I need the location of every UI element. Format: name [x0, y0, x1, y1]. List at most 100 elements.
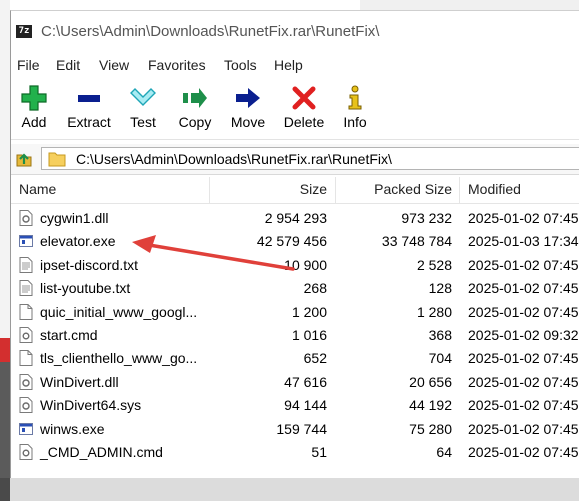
list-header: Name Size Packed Size Modified	[11, 177, 579, 204]
desktop-background-top	[360, 0, 579, 10]
file-packed-size: 20 656	[409, 373, 452, 390]
menu-bar: File Edit View Favorites Tools Help	[11, 54, 579, 78]
table-row[interactable]: _CMD_ADMIN.cmd 51 64 2025-01-02 07:45	[11, 441, 579, 464]
plus-icon	[21, 85, 47, 111]
table-row[interactable]: ipset-discord.txt 10 900 2 528 2025-01-02 0…	[11, 254, 579, 277]
dll-icon	[19, 210, 33, 226]
dll-icon	[19, 397, 33, 414]
copy-button[interactable]: Copy	[173, 81, 217, 130]
file-icon	[19, 303, 33, 320]
file-packed-size: 1 280	[416, 303, 452, 320]
file-name: winws.exe	[40, 420, 105, 437]
file-packed-size: 44 192	[409, 397, 452, 414]
copy-label: Copy	[178, 114, 212, 130]
info-label: Info	[343, 114, 367, 130]
status-area	[0, 478, 579, 501]
file-size: 47 616	[284, 373, 327, 390]
path-input[interactable]: C:\Users\Admin\Downloads\RunetFix.rar\Ru…	[41, 147, 579, 170]
add-button[interactable]: Add	[11, 81, 57, 130]
table-row[interactable]: WinDivert64.sys 94 144 44 192 2025-01-02 07…	[11, 394, 579, 417]
move-arrow-icon	[236, 88, 260, 108]
extract-button[interactable]: Extract	[61, 81, 117, 130]
exe-icon	[19, 235, 33, 248]
test-label: Test	[130, 114, 156, 130]
delete-button[interactable]: Delete	[279, 81, 329, 130]
file-icon	[19, 350, 33, 367]
table-row[interactable]: cygwin1.dll 2 954 293 973 232 2025-01-02 07…	[11, 207, 579, 230]
file-size: 1 200	[291, 303, 327, 320]
copy-arrow-icon	[183, 88, 207, 108]
cmd-icon	[19, 444, 33, 460]
file-modified: 2025-01-02 07:45	[468, 210, 579, 226]
file-size: 51	[311, 444, 327, 460]
column-separator[interactable]	[335, 177, 336, 203]
move-label: Move	[230, 114, 266, 130]
file-name: start.cmd	[40, 327, 98, 343]
file-packed-size: 973 232	[401, 210, 452, 226]
menu-help[interactable]: Help	[274, 57, 303, 73]
table-row[interactable]: elevator.exe 42 579 456 33 748 784 2025-01-…	[11, 230, 579, 253]
7zip-app-icon: 7z	[16, 25, 32, 38]
file-packed-size: 704	[428, 350, 452, 367]
file-name: tls_clienthello_www_go...	[40, 350, 198, 367]
exe-icon	[19, 422, 33, 435]
file-size: 94 144	[284, 397, 327, 414]
table-row[interactable]: list-youtube.txt 268 128 2025-01-02 07:45	[11, 277, 579, 300]
desktop-background-corner	[0, 478, 10, 501]
file-modified: 2025-01-03 17:34	[468, 233, 579, 250]
menu-tools[interactable]: Tools	[224, 57, 257, 73]
file-packed-size: 64	[436, 444, 452, 460]
table-row[interactable]: tls_clienthello_www_go... 652 704 2025-01-0…	[11, 347, 579, 370]
add-label: Add	[21, 114, 47, 130]
table-row[interactable]: start.cmd 1 016 368 2025-01-02 09:32	[11, 324, 579, 347]
toolbar: Add Extract Test Copy Move Delete Info	[11, 81, 579, 140]
column-header-packed-size[interactable]: Packed Size	[374, 181, 452, 197]
move-button[interactable]: Move	[225, 81, 271, 130]
table-row[interactable]: WinDivert.dll 47 616 20 656 2025-01-02 07:4…	[11, 371, 579, 394]
file-size: 652	[303, 350, 327, 367]
column-separator[interactable]	[459, 177, 460, 203]
file-size: 42 579 456	[256, 233, 327, 250]
minus-icon	[78, 95, 100, 102]
column-header-name[interactable]: Name	[19, 181, 56, 197]
desktop-background-red	[0, 338, 10, 362]
column-header-size[interactable]: Size	[300, 181, 327, 197]
desktop-background	[0, 0, 10, 338]
column-header-modified[interactable]: Modified	[468, 181, 521, 197]
file-modified: 2025-01-02 07:45	[468, 280, 579, 297]
file-modified: 2025-01-02 07:45	[468, 350, 579, 367]
table-row[interactable]: winws.exe 159 744 75 280 2025-01-02 07:45	[11, 418, 579, 441]
path-text: C:\Users\Admin\Downloads\RunetFix.rar\Ru…	[76, 151, 392, 167]
menu-view[interactable]: View	[99, 57, 129, 73]
file-modified: 2025-01-02 07:45	[468, 373, 579, 390]
file-size: 1 016	[291, 327, 327, 343]
menu-file[interactable]: File	[17, 57, 40, 73]
column-separator[interactable]	[209, 177, 210, 203]
archive-window: 7z C:\Users\Admin\Downloads\RunetFix.rar…	[10, 10, 579, 478]
title-bar[interactable]: 7z C:\Users\Admin\Downloads\RunetFix.rar…	[11, 11, 579, 53]
cmd-icon	[19, 327, 33, 343]
file-size: 159 744	[276, 420, 327, 437]
extract-label: Extract	[67, 114, 111, 130]
file-name: cygwin1.dll	[40, 210, 109, 226]
check-chevron-icon	[130, 88, 156, 106]
address-bar: C:\Users\Admin\Downloads\RunetFix.rar\Ru…	[11, 144, 579, 175]
folder-up-icon[interactable]	[14, 149, 34, 169]
window-title: C:\Users\Admin\Downloads\RunetFix.rar\Ru…	[41, 23, 380, 40]
menu-favorites[interactable]: Favorites	[148, 57, 206, 73]
file-modified: 2025-01-02 07:45	[468, 397, 579, 414]
table-row[interactable]: quic_initial_www_googl... 1 200 1 280 2025-…	[11, 301, 579, 324]
file-packed-size: 75 280	[409, 420, 452, 437]
file-list: Name Size Packed Size Modified cygwin1.d…	[11, 177, 579, 479]
file-size: 268	[303, 280, 327, 297]
menu-edit[interactable]: Edit	[56, 57, 80, 73]
file-size: 2 954 293	[264, 210, 327, 226]
folder-icon	[48, 152, 66, 167]
info-button[interactable]: Info	[337, 81, 373, 130]
delete-x-icon	[292, 86, 316, 110]
txt-icon	[19, 256, 33, 273]
test-button[interactable]: Test	[123, 81, 163, 130]
file-packed-size: 2 528	[416, 256, 452, 273]
file-name: WinDivert64.sys	[40, 397, 142, 414]
file-size: 10 900	[284, 256, 327, 273]
